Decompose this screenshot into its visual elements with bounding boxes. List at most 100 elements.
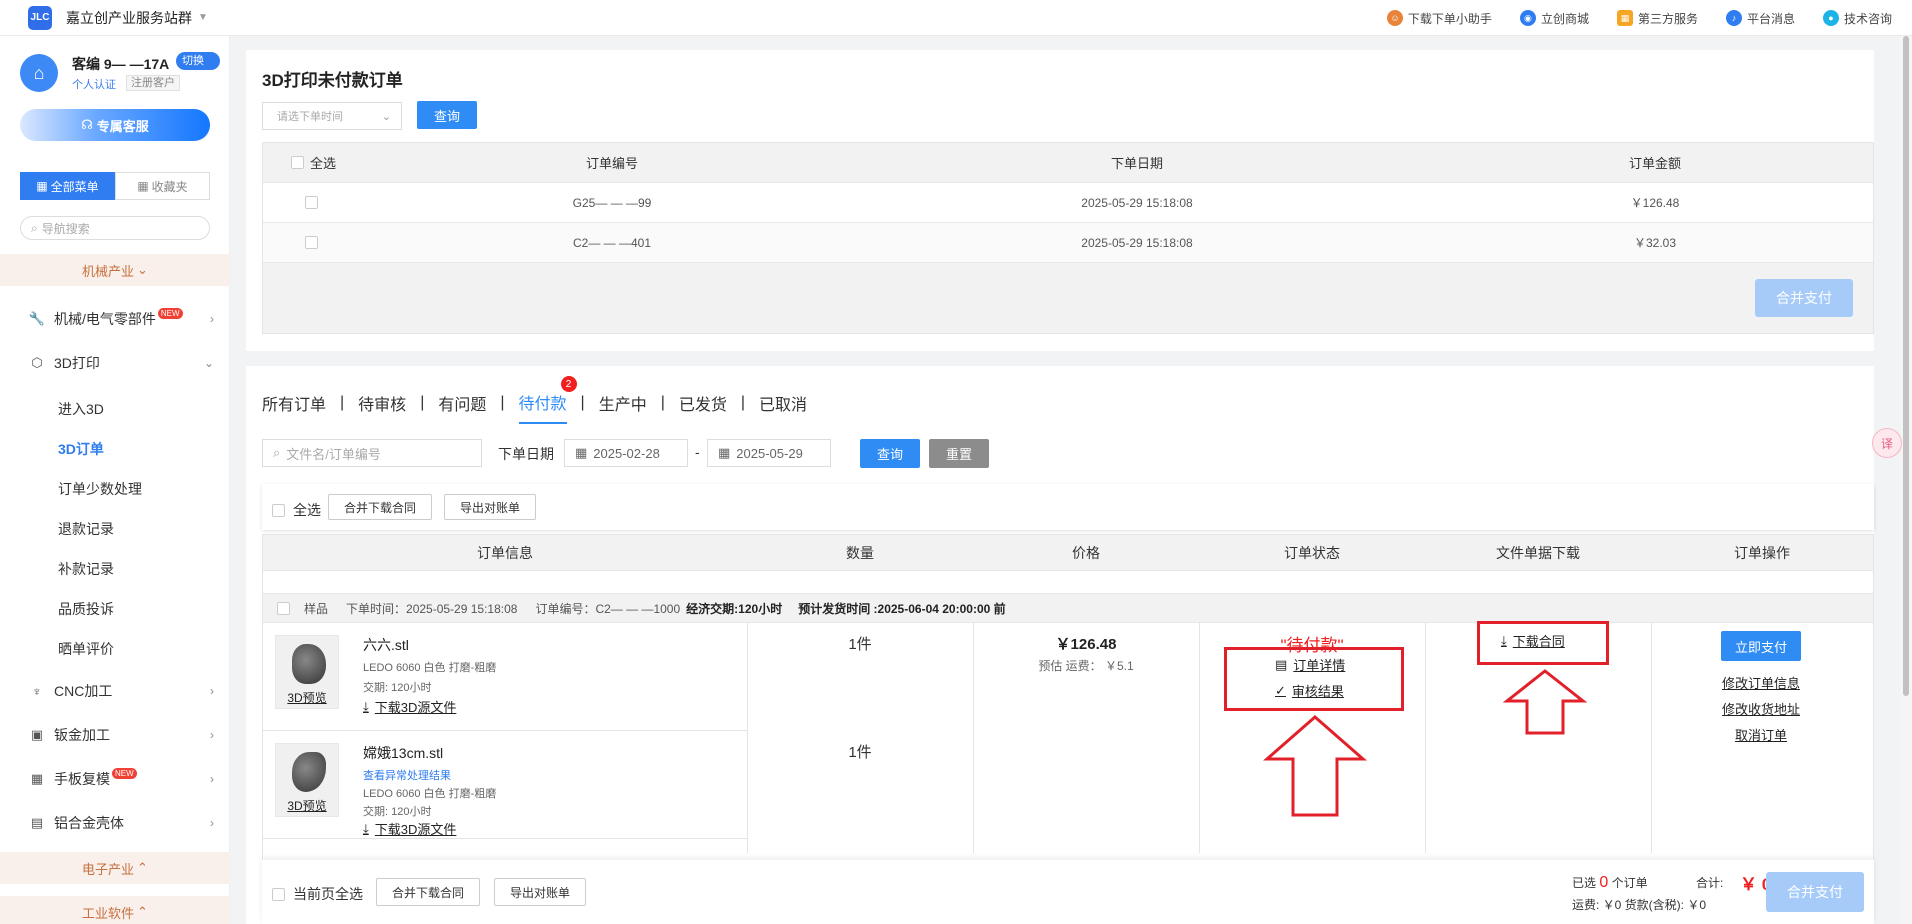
- sidebar-subitem-supplements[interactable]: 补款记录: [58, 556, 114, 582]
- unpaid-query-button[interactable]: 查询: [417, 101, 477, 129]
- col-file-download: 文件单据下载: [1496, 544, 1580, 561]
- lead-time: 经济交期:120小时: [686, 601, 783, 616]
- section-mechanical[interactable]: 机械产业 ⌄: [0, 254, 230, 286]
- sidebar-subitem-3d-orders[interactable]: 3D订单: [58, 436, 104, 462]
- grid-icon: ▦: [1616, 10, 1633, 26]
- orders-panel: 所有订单 | 待审核 | 有问题 | 待付款 2 | 生产中 | 已发货 | 已取消 ⌕ 文件名…: [246, 366, 1874, 924]
- section-industrial-software[interactable]: 工业软件 ⌃: [0, 896, 230, 924]
- order-date-select[interactable]: 请选下单时间 ⌄: [262, 102, 402, 130]
- section-electronics[interactable]: 电子产业 ⌃: [0, 852, 230, 884]
- row-checkbox[interactable]: [305, 236, 318, 249]
- tab-all-orders[interactable]: 所有订单: [262, 391, 326, 423]
- row-checkbox[interactable]: [305, 196, 318, 209]
- sidebar-subitem-review[interactable]: 晒单评价: [58, 636, 114, 662]
- table-row: C2— — —401 2025-05-29 15:18:08 ￥32.03: [263, 223, 1873, 263]
- merge-download-contract-button[interactable]: 合并下载合同: [328, 494, 432, 520]
- sidebar-item-cnc[interactable]: ♆ CNC加工 ›: [28, 676, 214, 706]
- col-order-no: 订单编号: [585, 156, 638, 171]
- orders-toolbar: 全选 合并下载合同 导出对账单: [262, 484, 1874, 530]
- tab-favorites[interactable]: ▦ 收藏夹: [115, 172, 210, 200]
- orders-query-button[interactable]: 查询: [860, 439, 920, 468]
- translate-icon[interactable]: 译: [1872, 428, 1902, 458]
- table-row: G25— — —99 2025-05-29 15:18:08 ￥126.48: [263, 183, 1873, 223]
- tech-consult-link[interactable]: ● 技术咨询: [1822, 10, 1892, 27]
- chevron-right-icon: ›: [210, 728, 214, 742]
- page-title: 3D打印未付款订单: [262, 71, 403, 90]
- download-icon: ⤓: [363, 820, 369, 836]
- select-all-checkbox[interactable]: [291, 156, 304, 169]
- download-3d-source-link[interactable]: ⤓ 下载3D源文件: [363, 819, 456, 838]
- 3d-preview-link[interactable]: 3D预览: [276, 689, 338, 706]
- view-abnormal-result-link[interactable]: 查看异常处理结果: [363, 767, 451, 783]
- tab-pending-payment[interactable]: 待付款 2: [518, 376, 577, 424]
- select-all-checkbox[interactable]: [272, 503, 285, 517]
- modify-address-link[interactable]: 修改收货地址: [1701, 699, 1821, 718]
- tab-all-menu[interactable]: ▦ 全部菜单: [20, 172, 115, 200]
- scroll-thumb[interactable]: [1903, 36, 1909, 696]
- model-thumbnail[interactable]: 3D预览: [275, 635, 339, 709]
- estimated-ship-time: 预计发货时间 :2025-06-04 20:00:00 前: [798, 601, 1006, 616]
- fee-summary: 运费: ￥0 货款(含税): ￥0: [1572, 898, 1707, 912]
- download-3d-source-link[interactable]: ⤓ 下载3D源文件: [363, 697, 456, 716]
- menu-tabs: ▦ 全部菜单 ▦ 收藏夹: [20, 172, 210, 200]
- platform-message-link[interactable]: ♪ 平台消息: [1725, 10, 1795, 27]
- sidebar-item-sheet-metal[interactable]: ▣ 钣金加工 ›: [28, 720, 214, 750]
- chevron-right-icon: ›: [210, 772, 214, 786]
- sidebar-subitem-refunds[interactable]: 退款记录: [58, 516, 114, 542]
- home-icon[interactable]: ⌂: [20, 54, 58, 92]
- sidebar-item-aluminum-case[interactable]: ▤ 铝合金壳体 ›: [28, 808, 214, 838]
- sidebar-item-3d-print[interactable]: ⬡ 3D打印 ⌄: [28, 348, 214, 378]
- headset-icon: ☊: [81, 117, 93, 132]
- merge-download-contract-button[interactable]: 合并下载合同: [376, 878, 480, 906]
- item-quantity: 1件: [848, 744, 872, 761]
- download-assistant-link[interactable]: ☺ 下载下单小助手: [1386, 10, 1492, 27]
- order-no: C2— — —401: [572, 235, 652, 250]
- chevron-right-icon: ›: [210, 684, 214, 698]
- sidebar-subitem-order-minority[interactable]: 订单少数处理: [58, 476, 142, 502]
- personal-verify-link[interactable]: 个人认证: [72, 76, 116, 92]
- merge-pay-button[interactable]: 合并支付: [1766, 872, 1864, 912]
- dedicated-service-button[interactable]: ☊ 专属客服: [20, 109, 210, 141]
- lcsc-mall-link[interactable]: ◉ 立创商城: [1519, 10, 1589, 27]
- modify-order-info-link[interactable]: 修改订单信息: [1701, 673, 1821, 692]
- page-scrollbar[interactable]: [1900, 36, 1912, 924]
- table-header: 订单信息 数量 价格 订单状态 文件单据下载 订单操作: [263, 535, 1873, 571]
- page-select-all-label: 当前页全选: [293, 886, 363, 902]
- pay-now-button[interactable]: 立即支付: [1721, 631, 1801, 661]
- nav-search-input[interactable]: ⌕ 导航搜索: [20, 216, 210, 240]
- tab-cancelled[interactable]: 已取消: [759, 391, 807, 423]
- date-to-input[interactable]: ▦ 2025-05-29: [707, 439, 831, 467]
- model-thumbnail[interactable]: 3D预览: [275, 743, 339, 817]
- tab-problem[interactable]: 有问题: [438, 391, 486, 423]
- export-bill-button[interactable]: 导出对账单: [494, 878, 586, 906]
- site-name[interactable]: 嘉立创产业服务站群: [66, 8, 192, 28]
- sidebar-subitem-quality-complaint[interactable]: 品质投诉: [58, 596, 114, 622]
- 3d-preview-link[interactable]: 3D预览: [276, 797, 338, 814]
- up-arrow-icon: [1263, 715, 1367, 817]
- tab-shipped[interactable]: 已发货: [679, 391, 727, 423]
- sidebar-subitem-enter-3d[interactable]: 进入3D: [58, 396, 104, 422]
- export-bill-button[interactable]: 导出对账单: [444, 494, 536, 520]
- merge-pay-button[interactable]: 合并支付: [1755, 279, 1853, 317]
- third-party-link[interactable]: ▦ 第三方服务: [1616, 10, 1698, 27]
- order-checkbox[interactable]: [277, 601, 290, 615]
- registered-badge: 注册客户: [126, 75, 180, 91]
- tab-in-production[interactable]: 生产中: [599, 391, 647, 423]
- select-all-label: 全选: [293, 502, 321, 518]
- tab-pending-review[interactable]: 待审核: [358, 391, 406, 423]
- jlc-logo[interactable]: JLC: [28, 5, 52, 30]
- chevron-down-icon[interactable]: ▼: [198, 12, 208, 23]
- switch-account-button[interactable]: 切换 ⇄: [176, 52, 220, 85]
- date-from-input[interactable]: ▦ 2025-02-28: [564, 439, 688, 467]
- search-icon: ⌕: [31, 220, 38, 235]
- reset-button[interactable]: 重置: [929, 439, 989, 468]
- highlight-box: [1224, 647, 1404, 711]
- selected-count: 0: [1599, 874, 1609, 891]
- sidebar-item-mech-parts[interactable]: 🔧 机械/电气零部件 NEW ›: [28, 304, 214, 334]
- page-select-all-checkbox[interactable]: [272, 887, 285, 901]
- file-order-search-input[interactable]: ⌕ 文件名/订单编号: [262, 439, 482, 467]
- order-no: G25— — —99: [572, 195, 652, 210]
- sidebar: ⌂ 客编 9— —17A 切换 ⇄ 个人认证 注册客户 ☊ 专属客服 ▦ 全部菜单 …: [0, 36, 230, 924]
- cancel-order-link[interactable]: 取消订单: [1701, 725, 1821, 744]
- sidebar-item-prototype[interactable]: ▦ 手板复模 NEW ›: [28, 764, 214, 794]
